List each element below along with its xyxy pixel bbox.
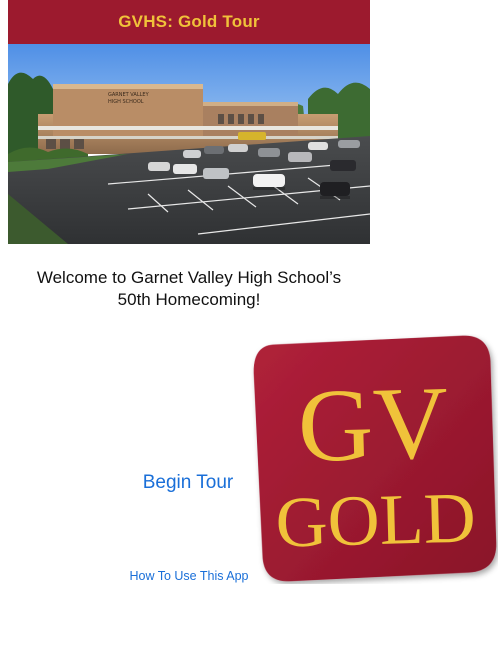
app-screen: GVHS: Gold Tour GARNET VALLEY HIGH SCHOO… (0, 0, 500, 670)
navigation-bar: GVHS: Gold Tour (8, 0, 370, 44)
welcome-line-1: Welcome to Garnet Valley High School’s (36, 268, 342, 287)
gv-gold-logo: GV GOLD (250, 334, 498, 584)
welcome-message: Welcome to Garnet Valley High School’s 5… (8, 267, 370, 311)
building-sign-line2: HIGH SCHOOL (108, 99, 144, 105)
begin-tour-button[interactable]: Begin Tour (118, 472, 258, 494)
page-title: GVHS: Gold Tour (118, 12, 260, 31)
welcome-line-2: 50th Homecoming! (117, 290, 261, 309)
building-sign-line1: GARNET VALLEY (108, 92, 150, 98)
logo-line-gv: GV (297, 365, 450, 484)
school-photo: GARNET VALLEY HIGH SCHOOL (8, 44, 370, 244)
how-to-use-link[interactable]: How To Use This App (108, 569, 270, 583)
logo-line-gold: GOLD (275, 477, 477, 562)
